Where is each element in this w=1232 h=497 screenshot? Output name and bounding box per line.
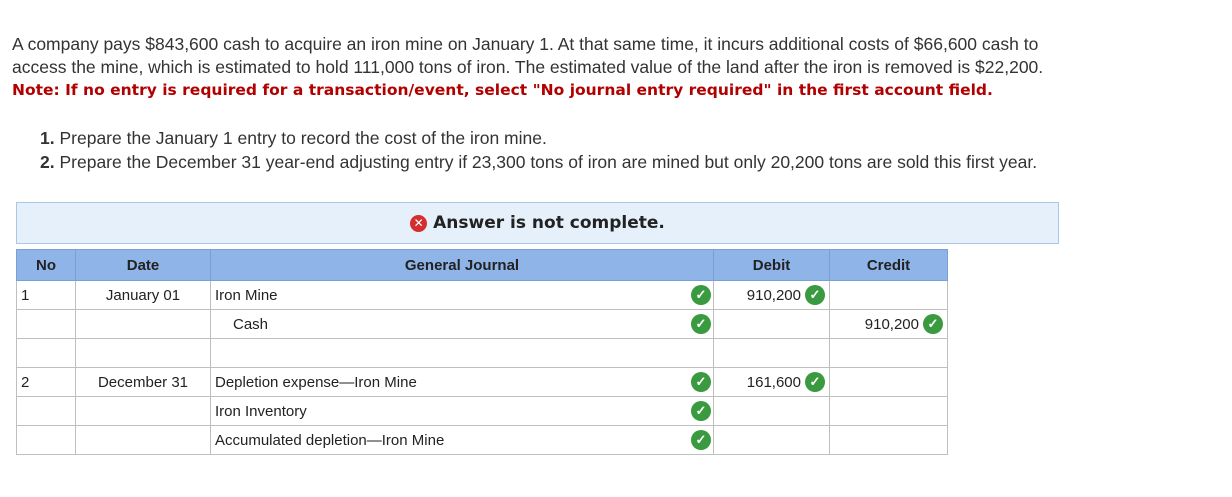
check-icon: ✓ xyxy=(691,430,711,450)
account-cell[interactable]: Depletion expense—Iron Mine ✓ xyxy=(210,367,714,397)
entry-number xyxy=(16,309,76,339)
answer-status-banner: ✕ Answer is not complete. xyxy=(16,202,1059,244)
task-1-number: 1. xyxy=(40,128,55,148)
task-1: 1. Prepare the January 1 entry to record… xyxy=(40,126,1037,150)
entry-date xyxy=(75,396,211,426)
account-cell[interactable]: Iron Inventory ✓ xyxy=(210,396,714,426)
answer-status-text: Answer is not complete. xyxy=(433,213,665,233)
check-icon: ✓ xyxy=(691,314,711,334)
problem-note: Note: If no entry is required for a tran… xyxy=(12,81,993,99)
entry-date xyxy=(75,425,211,455)
credit-amount: 910,200 xyxy=(864,315,919,333)
credit-cell[interactable] xyxy=(829,338,948,368)
check-icon: ✓ xyxy=(691,372,711,392)
check-icon: ✓ xyxy=(923,314,943,334)
header-no: No xyxy=(16,249,76,281)
entry-date xyxy=(75,338,211,368)
account-name: Accumulated depletion—Iron Mine xyxy=(215,431,445,449)
header-date: Date xyxy=(75,249,211,281)
account-cell[interactable] xyxy=(210,338,714,368)
debit-cell[interactable]: 161,600 ✓ xyxy=(713,367,830,397)
entry-number: 1 xyxy=(16,280,76,310)
account-cell[interactable]: Accumulated depletion—Iron Mine ✓ xyxy=(210,425,714,455)
table-row: Iron Inventory ✓ xyxy=(16,396,948,426)
entry-date: December 31 xyxy=(75,367,211,397)
account-cell[interactable]: Cash ✓ xyxy=(210,309,714,339)
entry-number: 2 xyxy=(16,367,76,397)
credit-cell[interactable] xyxy=(829,396,948,426)
journal-header-row: No Date General Journal Debit Credit xyxy=(16,249,948,281)
task-2: 2. Prepare the December 31 year-end adju… xyxy=(40,150,1037,174)
entry-number xyxy=(16,425,76,455)
task-1-text: Prepare the January 1 entry to record th… xyxy=(59,128,547,148)
header-general-journal: General Journal xyxy=(210,249,714,281)
debit-amount: 161,600 xyxy=(746,373,801,391)
check-icon: ✓ xyxy=(805,285,825,305)
debit-cell[interactable] xyxy=(713,338,830,368)
table-row: Accumulated depletion—Iron Mine ✓ xyxy=(16,425,948,455)
table-row: 1 January 01 Iron Mine ✓ 910,200 ✓ xyxy=(16,280,948,310)
task-list: 1. Prepare the January 1 entry to record… xyxy=(40,126,1037,174)
task-2-text: Prepare the December 31 year-end adjusti… xyxy=(59,152,1038,172)
credit-cell[interactable] xyxy=(829,367,948,397)
debit-amount: 910,200 xyxy=(746,286,801,304)
debit-cell[interactable] xyxy=(713,425,830,455)
account-name: Iron Mine xyxy=(215,286,278,304)
debit-cell[interactable] xyxy=(713,309,830,339)
account-name: Depletion expense—Iron Mine xyxy=(215,373,417,391)
table-row: 2 December 31 Depletion expense—Iron Min… xyxy=(16,367,948,397)
check-icon: ✓ xyxy=(691,285,711,305)
check-icon: ✓ xyxy=(805,372,825,392)
debit-cell[interactable]: 910,200 ✓ xyxy=(713,280,830,310)
entry-date xyxy=(75,309,211,339)
table-row: Cash ✓ 910,200 ✓ xyxy=(16,309,948,339)
journal-table: No Date General Journal Debit Credit 1 J… xyxy=(16,249,948,455)
task-2-number: 2. xyxy=(40,152,55,172)
debit-cell[interactable] xyxy=(713,396,830,426)
entry-number xyxy=(16,396,76,426)
check-icon: ✓ xyxy=(691,401,711,421)
x-circle-icon: ✕ xyxy=(410,214,428,232)
entry-date: January 01 xyxy=(75,280,211,310)
problem-line-1: A company pays $843,600 cash to acquire … xyxy=(12,34,1039,54)
account-name: Cash xyxy=(233,315,269,333)
credit-cell[interactable] xyxy=(829,280,948,310)
problem-line-2: access the mine, which is estimated to h… xyxy=(12,57,1044,77)
credit-cell[interactable]: 910,200 ✓ xyxy=(829,309,948,339)
account-name: Iron Inventory xyxy=(215,402,307,420)
header-debit: Debit xyxy=(713,249,830,281)
table-row xyxy=(16,338,948,368)
account-cell[interactable]: Iron Mine ✓ xyxy=(210,280,714,310)
entry-number xyxy=(16,338,76,368)
credit-cell[interactable] xyxy=(829,425,948,455)
problem-statement: A company pays $843,600 cash to acquire … xyxy=(12,33,1212,102)
header-credit: Credit xyxy=(829,249,948,281)
